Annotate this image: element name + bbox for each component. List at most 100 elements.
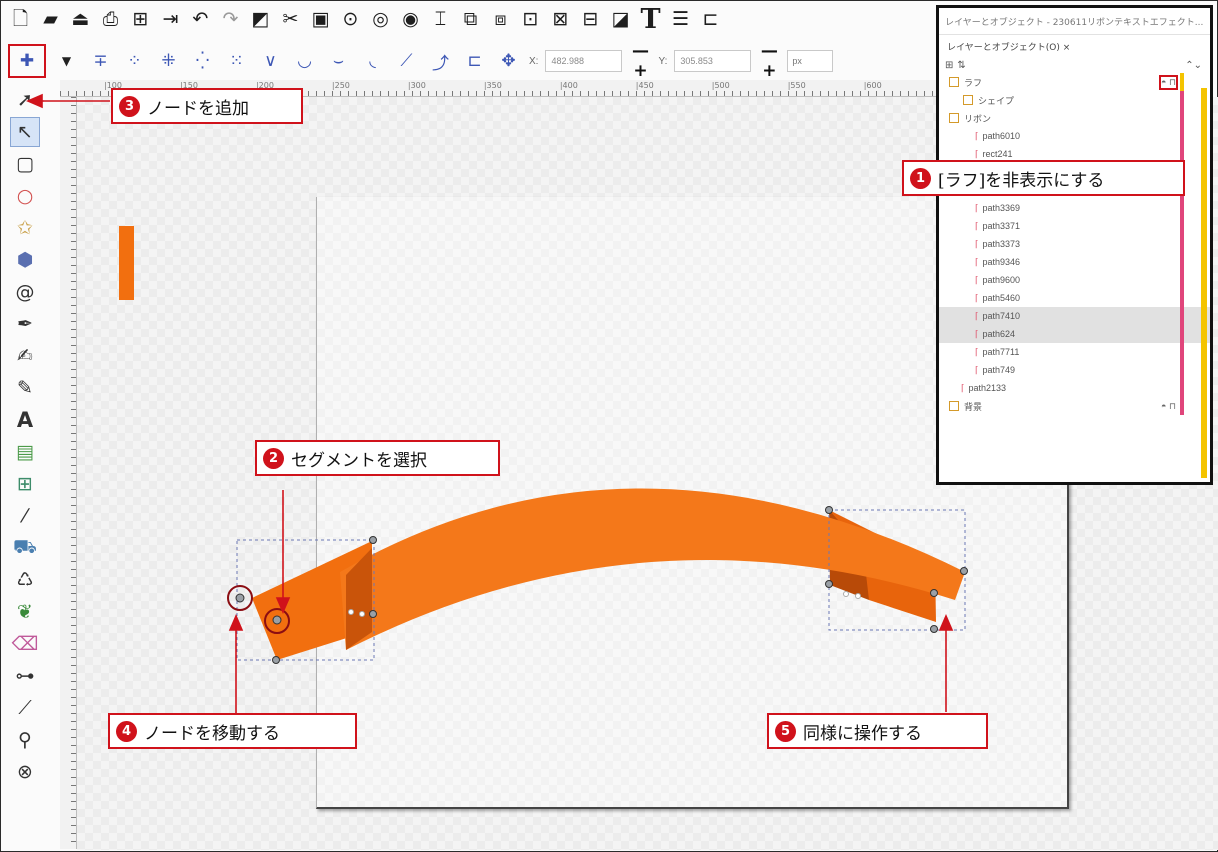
layer-color-marker <box>1180 361 1184 379</box>
layer-row[interactable]: 背景 ◓ ⊓ <box>939 397 1210 415</box>
row-label: シェイプ <box>978 95 1015 106</box>
layer-options-icon[interactable]: ⇅ <box>957 60 965 71</box>
layer-row[interactable]: シェイプ <box>939 91 1210 109</box>
path-icon: ⌈ <box>975 220 979 231</box>
layer-color-marker <box>1180 253 1184 271</box>
row-label: path9600 <box>982 275 1021 285</box>
row-label: path624 <box>982 329 1016 339</box>
row-label: path7711 <box>982 347 1020 357</box>
layer-color-marker <box>1180 325 1184 343</box>
object-row[interactable]: ⌈ path2133 <box>939 379 1210 397</box>
layer-list: ラフ◓ ⊓シェイプリボン⌈path6010⌈rect241⌈path2894⌈p… <box>939 73 1210 415</box>
node-handle[interactable] <box>272 615 282 625</box>
row-label: path3371 <box>982 221 1021 231</box>
node-handle[interactable] <box>960 567 968 575</box>
object-row[interactable]: ⌈ path9346 <box>939 253 1210 271</box>
orange-swatch-rect[interactable] <box>119 226 134 300</box>
row-label: path2133 <box>968 383 1007 393</box>
callout-add-node: 3 ノードを追加 <box>111 88 303 124</box>
layer-icon <box>963 95 973 105</box>
layer-color-marker <box>1180 289 1184 307</box>
callout-number: 5 <box>775 720 796 742</box>
object-row[interactable]: ⌈ path3369 <box>939 199 1210 217</box>
layer-color-marker <box>1180 235 1184 253</box>
layer-color-marker <box>1180 217 1184 235</box>
layer-row[interactable]: リボン <box>939 109 1210 127</box>
node-handle[interactable] <box>930 589 938 597</box>
move-layer-icon[interactable]: ⌃⌄ <box>1185 60 1202 71</box>
visibility-icon[interactable]: ◓ ⊓ <box>1161 401 1176 412</box>
node-handle[interactable] <box>369 536 377 544</box>
path-icon: ⌈ <box>975 256 979 267</box>
node-handle[interactable] <box>825 506 833 514</box>
layer-color-marker <box>1180 109 1184 127</box>
row-label: path3369 <box>982 203 1021 213</box>
layer-color-marker <box>1180 199 1184 217</box>
node-handle[interactable] <box>348 609 354 615</box>
layer-icon <box>949 401 959 411</box>
add-layer-icon[interactable]: ⊞ <box>945 60 953 71</box>
row-label: path7410 <box>982 311 1021 321</box>
callout-number: 1 <box>910 167 931 189</box>
path-icon: ⌈ <box>975 328 979 339</box>
layer-color-marker <box>1180 73 1184 91</box>
callout-text: [ラフ]を非表示にする <box>938 170 1105 191</box>
row-label: path3373 <box>982 239 1021 249</box>
callout-text: ノードを移動する <box>144 723 280 744</box>
node-handle[interactable] <box>825 580 833 588</box>
path-icon: ⌈ <box>975 346 979 357</box>
callout-select-segment: 2 セグメントを選択 <box>255 440 500 476</box>
object-row[interactable]: ⌈ path7410 <box>939 307 1210 325</box>
panel-title: レイヤーとオブジェクト - 230611リボンテキストエフェクト... <box>939 8 1210 35</box>
path-icon: ⌈ <box>975 130 979 141</box>
path-icon: ⌈ <box>975 274 979 285</box>
layer-color-marker <box>1180 343 1184 361</box>
row-label: path9346 <box>982 257 1021 267</box>
callout-repeat: 5 同様に操作する <box>767 713 988 749</box>
path-icon: ⌈ <box>961 382 965 393</box>
node-handle[interactable] <box>855 593 861 599</box>
callout-text: セグメントを選択 <box>291 450 427 471</box>
layer-color-marker <box>1180 307 1184 325</box>
object-row[interactable]: ⌈ path3373 <box>939 235 1210 253</box>
object-row[interactable]: ⌈ path5460 <box>939 289 1210 307</box>
callout-text: 同様に操作する <box>803 723 922 744</box>
node-handle[interactable] <box>930 625 938 633</box>
visibility-icon[interactable]: ◓ ⊓ <box>1159 74 1178 90</box>
callout-move-node: 4 ノードを移動する <box>108 713 357 749</box>
panel-tab[interactable]: レイヤーとオブジェクト(O) × <box>939 35 1210 57</box>
object-row[interactable]: ⌈ path3371 <box>939 217 1210 235</box>
callout-number: 2 <box>263 447 284 469</box>
arrow-head <box>25 93 43 109</box>
layer-color-marker <box>1180 271 1184 289</box>
row-label: path6010 <box>982 131 1021 141</box>
row-label: rect241 <box>982 149 1013 159</box>
callout-number: 4 <box>116 720 137 742</box>
row-label: 背景 <box>964 401 983 412</box>
object-row[interactable]: ⌈ path624 <box>939 325 1210 343</box>
arrow-head <box>228 613 244 631</box>
callout-text: ノードを追加 <box>147 98 249 119</box>
row-label: path5460 <box>982 293 1021 303</box>
path-icon: ⌈ <box>975 364 979 375</box>
object-row[interactable]: ⌈ path9600 <box>939 271 1210 289</box>
panel-toolbar: ⊞ ⇅ ⌃⌄ <box>939 57 1210 73</box>
layer-icon <box>949 113 959 123</box>
node-handle[interactable] <box>272 656 280 664</box>
node-handle[interactable] <box>359 611 365 617</box>
path-icon: ⌈ <box>975 148 979 159</box>
node-handle[interactable] <box>235 593 245 603</box>
row-label: ラフ <box>964 77 983 88</box>
callout-number: 3 <box>119 95 140 117</box>
object-row[interactable]: ⌈ path749 <box>939 361 1210 379</box>
panel-scrollbar[interactable] <box>1201 88 1207 478</box>
node-handle[interactable] <box>369 610 377 618</box>
path-icon: ⌈ <box>975 292 979 303</box>
ribbon-arc[interactable] <box>340 488 965 651</box>
object-row[interactable]: ⌈ path7711 <box>939 343 1210 361</box>
object-row[interactable]: ⌈ path6010 <box>939 127 1210 145</box>
node-handle[interactable] <box>843 591 849 597</box>
layer-row[interactable]: ラフ ◓ ⊓ <box>939 73 1210 91</box>
row-label: path749 <box>982 365 1016 375</box>
layer-icon <box>949 77 959 87</box>
